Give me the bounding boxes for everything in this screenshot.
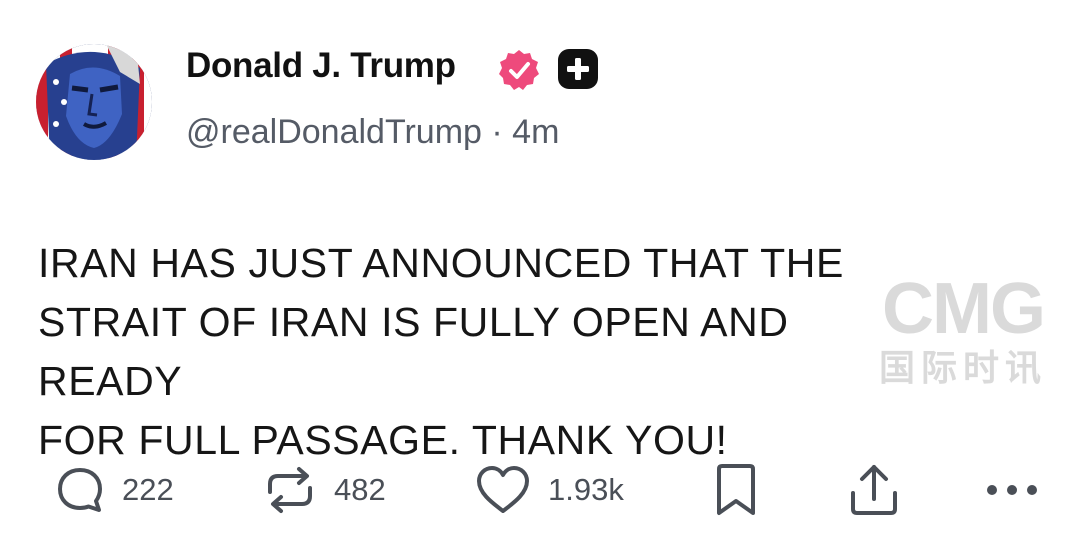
handle-line: @realDonaldTrump · 4m (186, 113, 559, 152)
flag-portrait-avatar (36, 44, 152, 160)
avatar[interactable] (36, 44, 152, 160)
post-text: IRAN HAS JUST ANNOUNCED THAT THE STRAIT … (38, 240, 844, 463)
timestamp[interactable]: 4m (512, 113, 559, 151)
reply-button[interactable]: 222 (54, 458, 174, 522)
like-button[interactable]: 1.93k (474, 458, 624, 522)
repost-button[interactable]: 482 (262, 458, 386, 522)
bookmark-icon (717, 464, 755, 515)
share-button[interactable] (846, 458, 902, 522)
reply-count: 222 (122, 472, 174, 507)
bookmark-button[interactable] (712, 458, 760, 522)
display-name[interactable]: Donald J. Trump (186, 46, 456, 86)
repost-count: 482 (334, 472, 386, 507)
repost-icon (268, 467, 312, 513)
more-button[interactable] (984, 458, 1040, 522)
like-count: 1.93k (548, 472, 624, 507)
heart-icon (477, 466, 529, 513)
share-icon (851, 465, 897, 515)
separator: · (491, 113, 503, 151)
more-icon (987, 485, 1037, 495)
handle[interactable]: @realDonaldTrump (186, 113, 482, 151)
verified-badge-icon (499, 50, 539, 90)
reply-icon (58, 468, 102, 512)
plus-badge-icon (558, 49, 598, 89)
